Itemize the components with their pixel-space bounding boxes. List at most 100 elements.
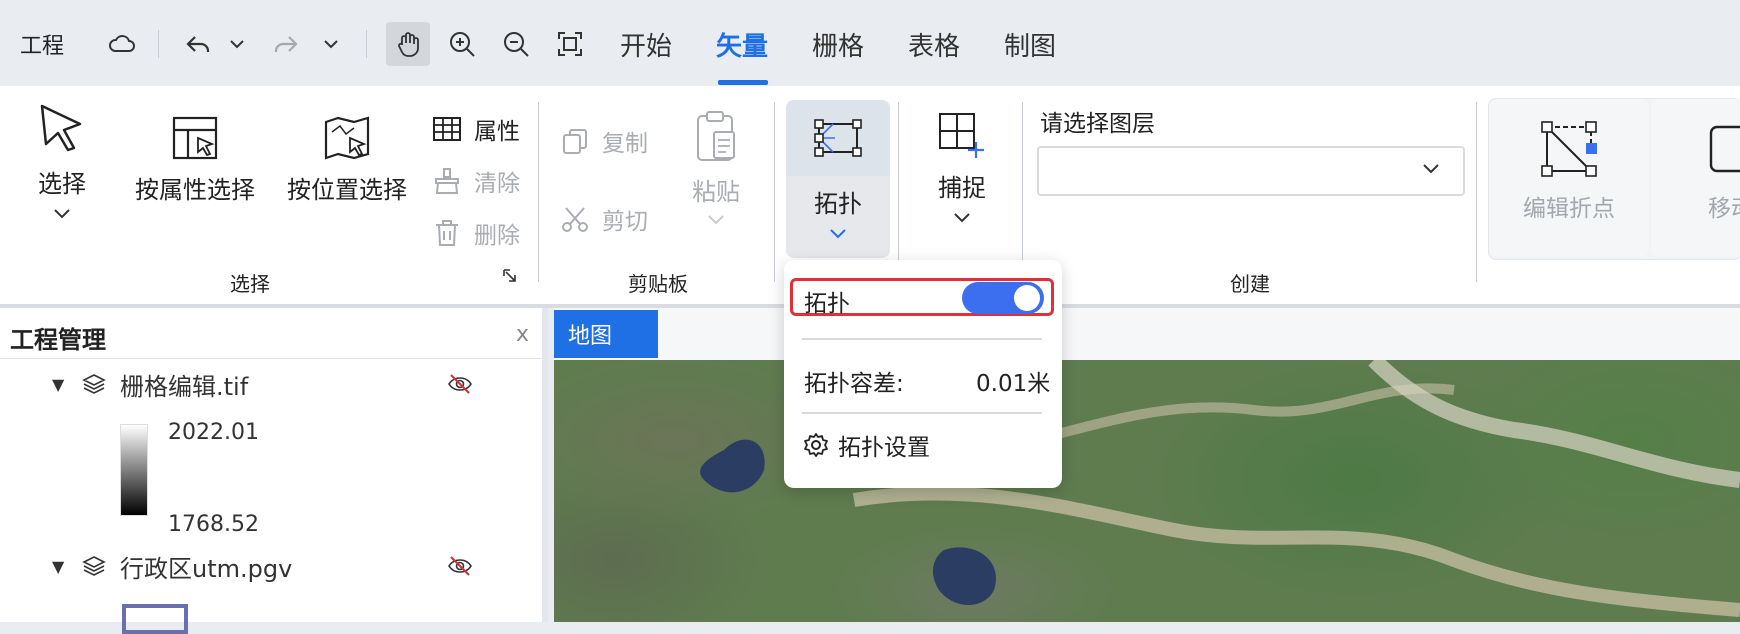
edit-vertices-icon — [1541, 121, 1597, 177]
panel-title: 工程管理 — [10, 326, 106, 354]
move-label: 移动 — [1708, 196, 1740, 222]
dialog-launcher-icon[interactable] — [500, 266, 520, 286]
satellite-imagery — [700, 360, 1740, 617]
ribbon-divider — [1476, 102, 1477, 282]
layer-row[interactable]: ▼ 行政区utm.pgv — [0, 548, 540, 584]
select-chevron-icon — [54, 209, 70, 219]
select-by-attribute-button[interactable]: 按属性选择 — [130, 114, 260, 205]
paste-clipboard-icon — [697, 111, 735, 161]
tab-start[interactable]: 开始 — [620, 22, 672, 66]
cloud-icon[interactable] — [100, 22, 144, 66]
cut-button[interactable]: 剪切 — [560, 202, 648, 236]
topology-settings-label: 拓扑设置 — [838, 435, 930, 461]
visibility-hidden-icon[interactable] — [446, 370, 474, 398]
clear-broom-icon — [435, 168, 459, 194]
ribbon-divider — [1022, 102, 1023, 282]
copy-icon — [563, 129, 587, 154]
clear-selection-button[interactable]: 清除 — [432, 164, 520, 198]
layers-stack-icon — [82, 374, 106, 394]
copy-label: 复制 — [602, 131, 648, 157]
topology-toggle-label: 拓扑 — [804, 291, 850, 317]
map-canvas[interactable] — [554, 360, 1740, 622]
ribbon-divider — [774, 102, 775, 282]
clipboard-group-label: 剪贴板 — [628, 272, 688, 296]
raster-legend-gradient — [120, 424, 148, 516]
zoom-out-icon[interactable] — [494, 22, 538, 66]
expand-caret-icon[interactable]: ▼ — [52, 375, 64, 394]
topology-icon — [814, 119, 862, 157]
select-group-label: 选择 — [230, 272, 270, 296]
scissors-icon — [562, 207, 588, 232]
layer-select-dropdown[interactable] — [1037, 146, 1465, 196]
topology-icon-area — [786, 100, 890, 176]
legend-min-value: 1768.52 — [168, 512, 259, 537]
snap-chevron-icon — [954, 213, 970, 223]
project-menu-label: 工程 — [20, 34, 65, 59]
ribbon-divider — [898, 102, 899, 282]
attributes-label: 属性 — [474, 119, 520, 145]
panel-close-button[interactable]: x — [516, 322, 529, 347]
tab-cartography-label: 制图 — [1004, 31, 1057, 62]
tab-start-label: 开始 — [620, 31, 673, 62]
layer-row[interactable]: ▼ 栅格编辑.tif — [0, 366, 540, 402]
tab-map[interactable]: 地图 — [554, 310, 658, 358]
top-toolbar: 工程 开始 矢量 栅格 表格 制图 — [0, 0, 1740, 86]
popup-divider — [802, 338, 1042, 340]
tab-table-label: 表格 — [908, 31, 961, 62]
pan-hand-icon[interactable] — [386, 22, 430, 66]
delete-button[interactable]: 删除 — [432, 216, 520, 250]
zoom-in-icon[interactable] — [440, 22, 484, 66]
tolerance-label: 拓扑容差: — [804, 371, 904, 397]
edit-vertices-label: 编辑折点 — [1523, 196, 1615, 222]
snap-button[interactable]: 捕捉 — [930, 110, 994, 225]
popup-divider — [802, 412, 1042, 414]
topology-label: 拓扑 — [814, 190, 862, 218]
tab-raster-label: 栅格 — [812, 31, 865, 62]
topology-settings-button[interactable]: 拓扑设置 — [802, 428, 930, 462]
redo-icon[interactable] — [264, 22, 308, 66]
attributes-button[interactable]: 属性 — [432, 112, 520, 146]
topology-chevron-icon — [830, 229, 846, 239]
layer-name: 行政区utm.pgv — [120, 554, 293, 583]
create-group-label: 创建 — [1230, 272, 1270, 296]
paste-button[interactable]: 粘贴 — [688, 110, 744, 227]
legend-max-value: 2022.01 — [168, 420, 259, 445]
layer-name: 栅格编辑.tif — [120, 372, 249, 401]
full-extent-icon[interactable] — [548, 22, 592, 66]
tab-vector[interactable]: 矢量 — [716, 22, 768, 66]
tab-map-label: 地图 — [568, 324, 613, 349]
edit-tools-panel: 编辑折点 移动 — [1488, 98, 1740, 260]
redo-dropdown-chevron-icon[interactable] — [316, 22, 346, 66]
move-button[interactable]: 移动 — [1651, 99, 1740, 257]
paste-label: 粘贴 — [692, 178, 740, 206]
topology-toggle-switch[interactable] — [962, 282, 1044, 314]
undo-icon[interactable] — [176, 22, 220, 66]
undo-dropdown-chevron-icon[interactable] — [222, 22, 252, 66]
select-button[interactable]: 选择 — [34, 100, 90, 221]
topology-button[interactable]: 拓扑 — [786, 100, 890, 258]
visibility-hidden-icon[interactable] — [446, 552, 474, 580]
panel-divider — [0, 358, 542, 359]
toolbar-divider — [366, 30, 367, 58]
gear-icon — [804, 433, 828, 457]
tolerance-value[interactable]: 0.01米 — [976, 364, 1050, 398]
select-arrow-icon — [40, 104, 82, 152]
tab-table[interactable]: 表格 — [908, 22, 960, 66]
topology-popup: 拓扑 拓扑容差: 0.01米 拓扑设置 — [784, 260, 1062, 488]
snap-grid-icon — [939, 113, 984, 158]
select-label: 选择 — [38, 170, 86, 198]
paste-chevron-icon — [708, 215, 724, 225]
layers-stack-icon — [82, 556, 106, 576]
edit-vertices-button[interactable]: 编辑折点 — [1489, 99, 1649, 257]
select-by-location-label: 按位置选择 — [287, 176, 407, 204]
tab-raster[interactable]: 栅格 — [812, 22, 864, 66]
select-by-location-button[interactable]: 按位置选择 — [282, 114, 412, 205]
copy-button[interactable]: 复制 — [560, 124, 648, 158]
expand-caret-icon[interactable]: ▼ — [52, 557, 64, 576]
project-menu-button[interactable]: 工程 — [20, 24, 64, 64]
polygon-legend-swatch — [122, 604, 188, 634]
select-by-attribute-label: 按属性选择 — [135, 176, 255, 204]
trash-icon — [436, 220, 458, 246]
tab-cartography[interactable]: 制图 — [1004, 22, 1056, 66]
map-tab-bar: 地图 — [554, 308, 1740, 360]
